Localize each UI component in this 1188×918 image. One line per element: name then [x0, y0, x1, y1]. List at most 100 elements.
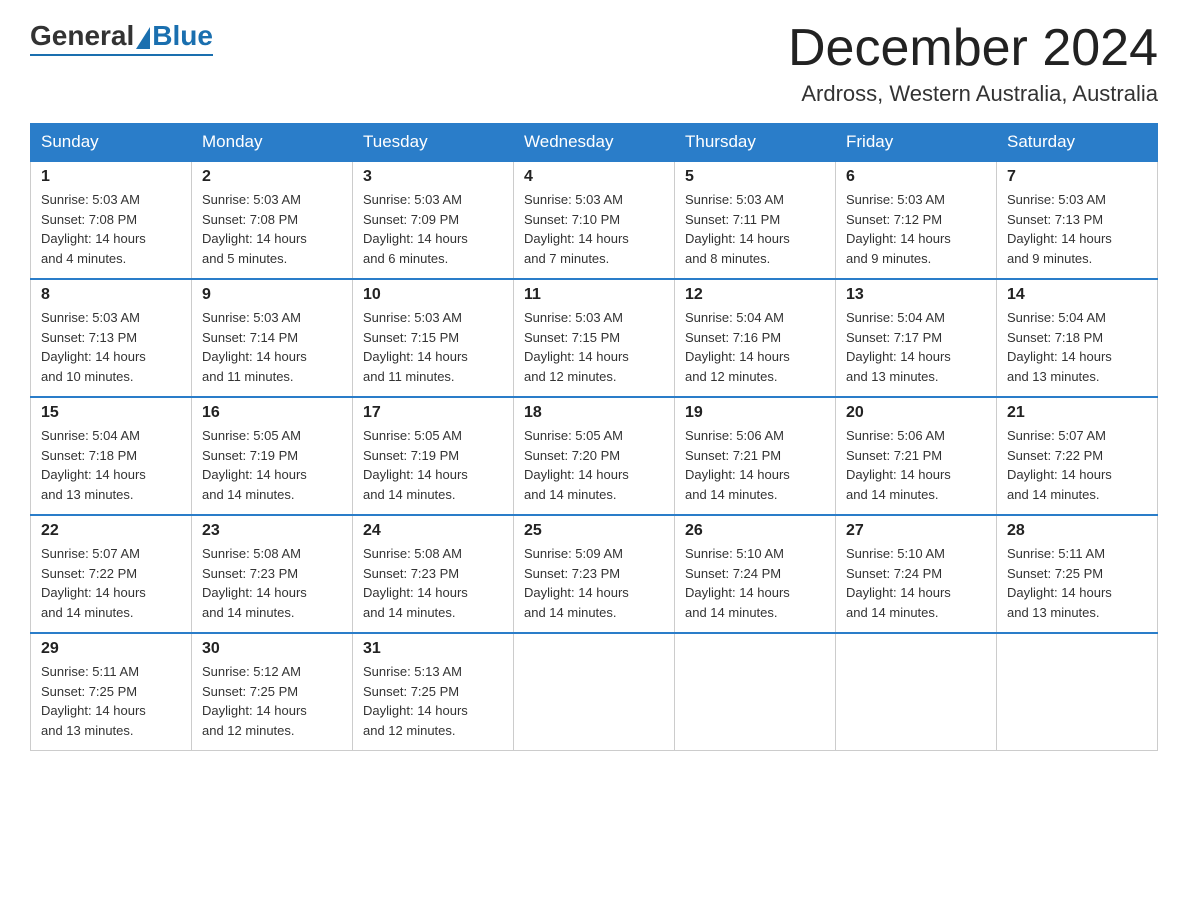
- header-row: SundayMondayTuesdayWednesdayThursdayFrid…: [31, 124, 1158, 162]
- day-cell: 23 Sunrise: 5:08 AM Sunset: 7:23 PM Dayl…: [192, 515, 353, 633]
- day-number: 9: [202, 286, 342, 304]
- week-row-5: 29 Sunrise: 5:11 AM Sunset: 7:25 PM Dayl…: [31, 633, 1158, 751]
- day-cell: 13 Sunrise: 5:04 AM Sunset: 7:17 PM Dayl…: [836, 279, 997, 397]
- day-number: 27: [846, 522, 986, 540]
- day-cell: 29 Sunrise: 5:11 AM Sunset: 7:25 PM Dayl…: [31, 633, 192, 751]
- day-cell: 11 Sunrise: 5:03 AM Sunset: 7:15 PM Dayl…: [514, 279, 675, 397]
- day-number: 11: [524, 286, 664, 304]
- day-info: Sunrise: 5:13 AM Sunset: 7:25 PM Dayligh…: [363, 662, 503, 740]
- week-row-1: 1 Sunrise: 5:03 AM Sunset: 7:08 PM Dayli…: [31, 161, 1158, 279]
- day-cell: 30 Sunrise: 5:12 AM Sunset: 7:25 PM Dayl…: [192, 633, 353, 751]
- day-cell: [675, 633, 836, 751]
- day-cell: [997, 633, 1158, 751]
- day-cell: 4 Sunrise: 5:03 AM Sunset: 7:10 PM Dayli…: [514, 161, 675, 279]
- day-info: Sunrise: 5:03 AM Sunset: 7:11 PM Dayligh…: [685, 190, 825, 268]
- day-info: Sunrise: 5:03 AM Sunset: 7:08 PM Dayligh…: [202, 190, 342, 268]
- day-cell: 28 Sunrise: 5:11 AM Sunset: 7:25 PM Dayl…: [997, 515, 1158, 633]
- day-number: 6: [846, 168, 986, 186]
- day-number: 15: [41, 404, 181, 422]
- day-number: 31: [363, 640, 503, 658]
- logo-triangle-icon: [136, 27, 150, 49]
- day-info: Sunrise: 5:03 AM Sunset: 7:12 PM Dayligh…: [846, 190, 986, 268]
- logo: General Blue: [30, 20, 213, 56]
- day-number: 30: [202, 640, 342, 658]
- day-info: Sunrise: 5:07 AM Sunset: 7:22 PM Dayligh…: [1007, 426, 1147, 504]
- day-number: 21: [1007, 404, 1147, 422]
- day-info: Sunrise: 5:03 AM Sunset: 7:15 PM Dayligh…: [524, 308, 664, 386]
- day-cell: 5 Sunrise: 5:03 AM Sunset: 7:11 PM Dayli…: [675, 161, 836, 279]
- week-row-4: 22 Sunrise: 5:07 AM Sunset: 7:22 PM Dayl…: [31, 515, 1158, 633]
- day-cell: 7 Sunrise: 5:03 AM Sunset: 7:13 PM Dayli…: [997, 161, 1158, 279]
- day-info: Sunrise: 5:05 AM Sunset: 7:20 PM Dayligh…: [524, 426, 664, 504]
- day-cell: 12 Sunrise: 5:04 AM Sunset: 7:16 PM Dayl…: [675, 279, 836, 397]
- day-number: 3: [363, 168, 503, 186]
- day-info: Sunrise: 5:10 AM Sunset: 7:24 PM Dayligh…: [846, 544, 986, 622]
- title-area: December 2024 Ardross, Western Australia…: [788, 20, 1158, 107]
- day-cell: 19 Sunrise: 5:06 AM Sunset: 7:21 PM Dayl…: [675, 397, 836, 515]
- day-number: 19: [685, 404, 825, 422]
- day-cell: 27 Sunrise: 5:10 AM Sunset: 7:24 PM Dayl…: [836, 515, 997, 633]
- day-number: 2: [202, 168, 342, 186]
- day-info: Sunrise: 5:07 AM Sunset: 7:22 PM Dayligh…: [41, 544, 181, 622]
- day-cell: 25 Sunrise: 5:09 AM Sunset: 7:23 PM Dayl…: [514, 515, 675, 633]
- day-number: 14: [1007, 286, 1147, 304]
- day-number: 24: [363, 522, 503, 540]
- day-number: 25: [524, 522, 664, 540]
- day-info: Sunrise: 5:04 AM Sunset: 7:18 PM Dayligh…: [1007, 308, 1147, 386]
- day-info: Sunrise: 5:03 AM Sunset: 7:13 PM Dayligh…: [1007, 190, 1147, 268]
- logo-blue-text: Blue: [152, 20, 213, 52]
- day-cell: [836, 633, 997, 751]
- page-subtitle: Ardross, Western Australia, Australia: [788, 81, 1158, 107]
- day-cell: 9 Sunrise: 5:03 AM Sunset: 7:14 PM Dayli…: [192, 279, 353, 397]
- day-info: Sunrise: 5:06 AM Sunset: 7:21 PM Dayligh…: [685, 426, 825, 504]
- day-cell: 31 Sunrise: 5:13 AM Sunset: 7:25 PM Dayl…: [353, 633, 514, 751]
- page-header: General Blue December 2024 Ardross, West…: [30, 20, 1158, 107]
- day-cell: 22 Sunrise: 5:07 AM Sunset: 7:22 PM Dayl…: [31, 515, 192, 633]
- day-info: Sunrise: 5:11 AM Sunset: 7:25 PM Dayligh…: [1007, 544, 1147, 622]
- column-header-wednesday: Wednesday: [514, 124, 675, 162]
- column-header-saturday: Saturday: [997, 124, 1158, 162]
- day-cell: [514, 633, 675, 751]
- day-number: 4: [524, 168, 664, 186]
- day-info: Sunrise: 5:03 AM Sunset: 7:08 PM Dayligh…: [41, 190, 181, 268]
- column-header-sunday: Sunday: [31, 124, 192, 162]
- day-info: Sunrise: 5:04 AM Sunset: 7:18 PM Dayligh…: [41, 426, 181, 504]
- day-number: 12: [685, 286, 825, 304]
- day-cell: 24 Sunrise: 5:08 AM Sunset: 7:23 PM Dayl…: [353, 515, 514, 633]
- day-info: Sunrise: 5:09 AM Sunset: 7:23 PM Dayligh…: [524, 544, 664, 622]
- day-info: Sunrise: 5:03 AM Sunset: 7:09 PM Dayligh…: [363, 190, 503, 268]
- day-number: 20: [846, 404, 986, 422]
- day-info: Sunrise: 5:08 AM Sunset: 7:23 PM Dayligh…: [363, 544, 503, 622]
- day-info: Sunrise: 5:03 AM Sunset: 7:13 PM Dayligh…: [41, 308, 181, 386]
- day-number: 1: [41, 168, 181, 186]
- day-number: 8: [41, 286, 181, 304]
- week-row-2: 8 Sunrise: 5:03 AM Sunset: 7:13 PM Dayli…: [31, 279, 1158, 397]
- day-cell: 8 Sunrise: 5:03 AM Sunset: 7:13 PM Dayli…: [31, 279, 192, 397]
- day-number: 5: [685, 168, 825, 186]
- day-number: 13: [846, 286, 986, 304]
- column-header-tuesday: Tuesday: [353, 124, 514, 162]
- day-number: 22: [41, 522, 181, 540]
- day-info: Sunrise: 5:08 AM Sunset: 7:23 PM Dayligh…: [202, 544, 342, 622]
- logo-general-text: General: [30, 20, 134, 52]
- day-number: 18: [524, 404, 664, 422]
- week-row-3: 15 Sunrise: 5:04 AM Sunset: 7:18 PM Dayl…: [31, 397, 1158, 515]
- day-number: 26: [685, 522, 825, 540]
- day-cell: 21 Sunrise: 5:07 AM Sunset: 7:22 PM Dayl…: [997, 397, 1158, 515]
- day-cell: 1 Sunrise: 5:03 AM Sunset: 7:08 PM Dayli…: [31, 161, 192, 279]
- day-number: 23: [202, 522, 342, 540]
- logo-underline: [30, 54, 213, 56]
- day-info: Sunrise: 5:05 AM Sunset: 7:19 PM Dayligh…: [202, 426, 342, 504]
- day-info: Sunrise: 5:12 AM Sunset: 7:25 PM Dayligh…: [202, 662, 342, 740]
- day-number: 29: [41, 640, 181, 658]
- day-number: 28: [1007, 522, 1147, 540]
- day-cell: 15 Sunrise: 5:04 AM Sunset: 7:18 PM Dayl…: [31, 397, 192, 515]
- day-cell: 20 Sunrise: 5:06 AM Sunset: 7:21 PM Dayl…: [836, 397, 997, 515]
- day-cell: 10 Sunrise: 5:03 AM Sunset: 7:15 PM Dayl…: [353, 279, 514, 397]
- day-cell: 2 Sunrise: 5:03 AM Sunset: 7:08 PM Dayli…: [192, 161, 353, 279]
- day-info: Sunrise: 5:03 AM Sunset: 7:14 PM Dayligh…: [202, 308, 342, 386]
- day-cell: 3 Sunrise: 5:03 AM Sunset: 7:09 PM Dayli…: [353, 161, 514, 279]
- day-number: 16: [202, 404, 342, 422]
- column-header-monday: Monday: [192, 124, 353, 162]
- day-info: Sunrise: 5:06 AM Sunset: 7:21 PM Dayligh…: [846, 426, 986, 504]
